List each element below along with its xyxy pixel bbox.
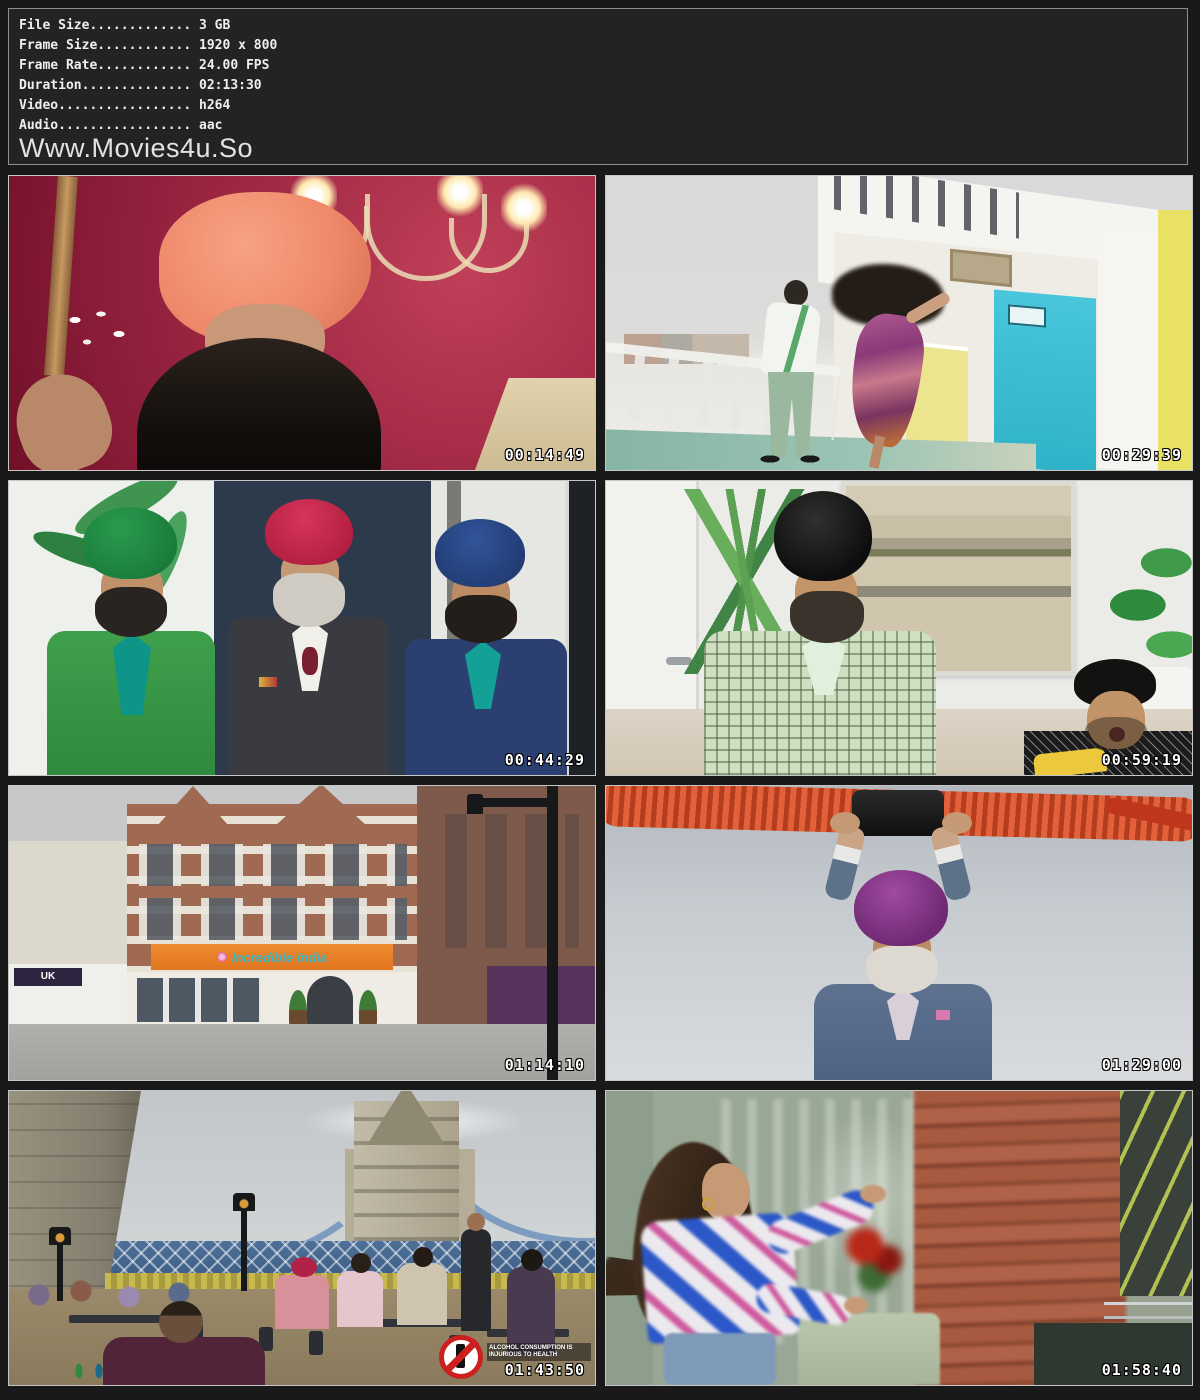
man2-open-mouth [1109,727,1125,742]
purple-shopfront [487,966,596,1026]
wall-vent [950,249,1012,288]
man2-pocket-square [259,677,277,687]
dark-doorway [569,481,596,775]
black-pipe-coupling [852,790,944,836]
drink-bottles [67,1357,129,1385]
man2-white-beard [273,573,345,627]
info-line-video: Video................. h264 [9,96,1187,116]
standing-waiter-head [467,1213,485,1231]
man1-beard [95,587,167,637]
yellow-panel [1158,210,1192,470]
jeans [664,1333,776,1385]
lamp-post [57,1241,63,1301]
street-lamp-pole [547,786,558,1080]
white-pillar [1098,224,1160,471]
arched-doorway [307,976,353,1026]
timestamp-badge: 00:29:39 [1102,446,1182,464]
info-line-frame-rate: Frame Rate............ 24.00 FPS [9,56,1187,76]
long-black-beard [137,338,381,471]
maroon-turban [291,1257,317,1277]
lamp-head [233,1193,255,1211]
candle-flame [501,182,547,234]
man1-black-turban [774,491,872,581]
man2-red-turban [265,499,353,565]
lit-window [1120,1091,1193,1296]
cafe-table [69,1315,161,1323]
lamp-head [467,794,483,814]
screenshot-5: UK Incredible India 01:14:10 [8,785,596,1081]
site-watermark: Www.Movies4u.So [19,133,253,164]
cafe-chair [309,1331,323,1355]
timestamp-badge: 01:29:00 [1102,1056,1182,1074]
info-line-file-size: File Size............. 3 GB [9,9,1187,36]
screenshot-8: 01:58:40 [605,1090,1193,1386]
man-beige-hoodie [397,1263,447,1325]
candle-flame [437,175,483,218]
screenshot-4: 00:59:19 [605,480,1193,776]
gold-earring [702,1197,714,1211]
hand [8,361,123,471]
lamp-post [241,1209,247,1291]
man1-beard [790,591,864,643]
timestamp-badge: 01:43:50 [505,1361,585,1379]
info-line-frame-size: Frame Size............ 1920 x 800 [9,36,1187,56]
restaurant-sign: Incredible India [151,944,393,970]
screenshot-7: ALCOHOL CONSUMPTION IS INJURIOUS TO HEAL… [8,1090,596,1386]
lamp-head [49,1227,71,1245]
shop-sign: UK [14,968,82,986]
woman-pink-head [351,1253,371,1273]
timestamp-badge: 00:44:29 [505,751,585,769]
man3-beard [445,595,517,643]
woman-pink [337,1271,383,1327]
man-beige-hoodie-head [413,1247,433,1267]
man-head [784,280,808,306]
man-pink-jacket [275,1275,329,1329]
screenshot-3: 00:44:29 [8,480,596,776]
door-label [1008,304,1046,327]
man2-maroon-cravat [302,647,318,675]
info-line-duration: Duration.............. 02:13:30 [9,76,1187,96]
left-hand [830,812,860,834]
timestamp-badge: 00:14:49 [505,446,585,464]
monstera-plant [1104,539,1193,671]
window-row [139,844,407,886]
hand [860,1185,886,1203]
screenshot-6: 01:29:00 [605,785,1193,1081]
screenshot-1: 00:14:49 [8,175,596,471]
window-row [139,898,407,940]
white-beard [866,946,938,994]
page: File Size............. 3 GB Frame Size..… [0,0,1200,1400]
topiary-tree [359,990,377,1026]
warning-text: ALCOHOL CONSUMPTION IS INJURIOUS TO HEAL… [487,1343,591,1361]
lamp-arm [477,798,549,807]
man-shoes [756,452,828,466]
standing-waiter [461,1229,491,1331]
foreground-man-head [159,1301,203,1343]
woman-floral-head [521,1249,543,1271]
hand [844,1297,868,1314]
right-hand [942,812,972,834]
timestamp-badge: 01:58:40 [1102,1361,1182,1379]
flower-logo-icon [217,952,227,962]
timestamp-badge: 00:59:19 [1102,751,1182,769]
pocket-square [936,1010,950,1020]
restaurant-sign-text: Incredible India [232,950,327,965]
topiary-tree [289,990,307,1026]
screenshot-2: 00:29:39 [605,175,1193,471]
man3-navy-turban [435,519,525,587]
man1-green-turban [83,507,177,579]
white-petals [61,308,137,358]
timestamp-badge: 01:14:10 [505,1056,585,1074]
sage-planter [798,1313,940,1385]
man-tracksuit-jacket [760,301,821,378]
purple-turban [854,870,948,946]
ground-floor-windows [137,978,261,1022]
woman-face [702,1163,750,1221]
media-info-panel: File Size............. 3 GB Frame Size..… [8,8,1188,165]
